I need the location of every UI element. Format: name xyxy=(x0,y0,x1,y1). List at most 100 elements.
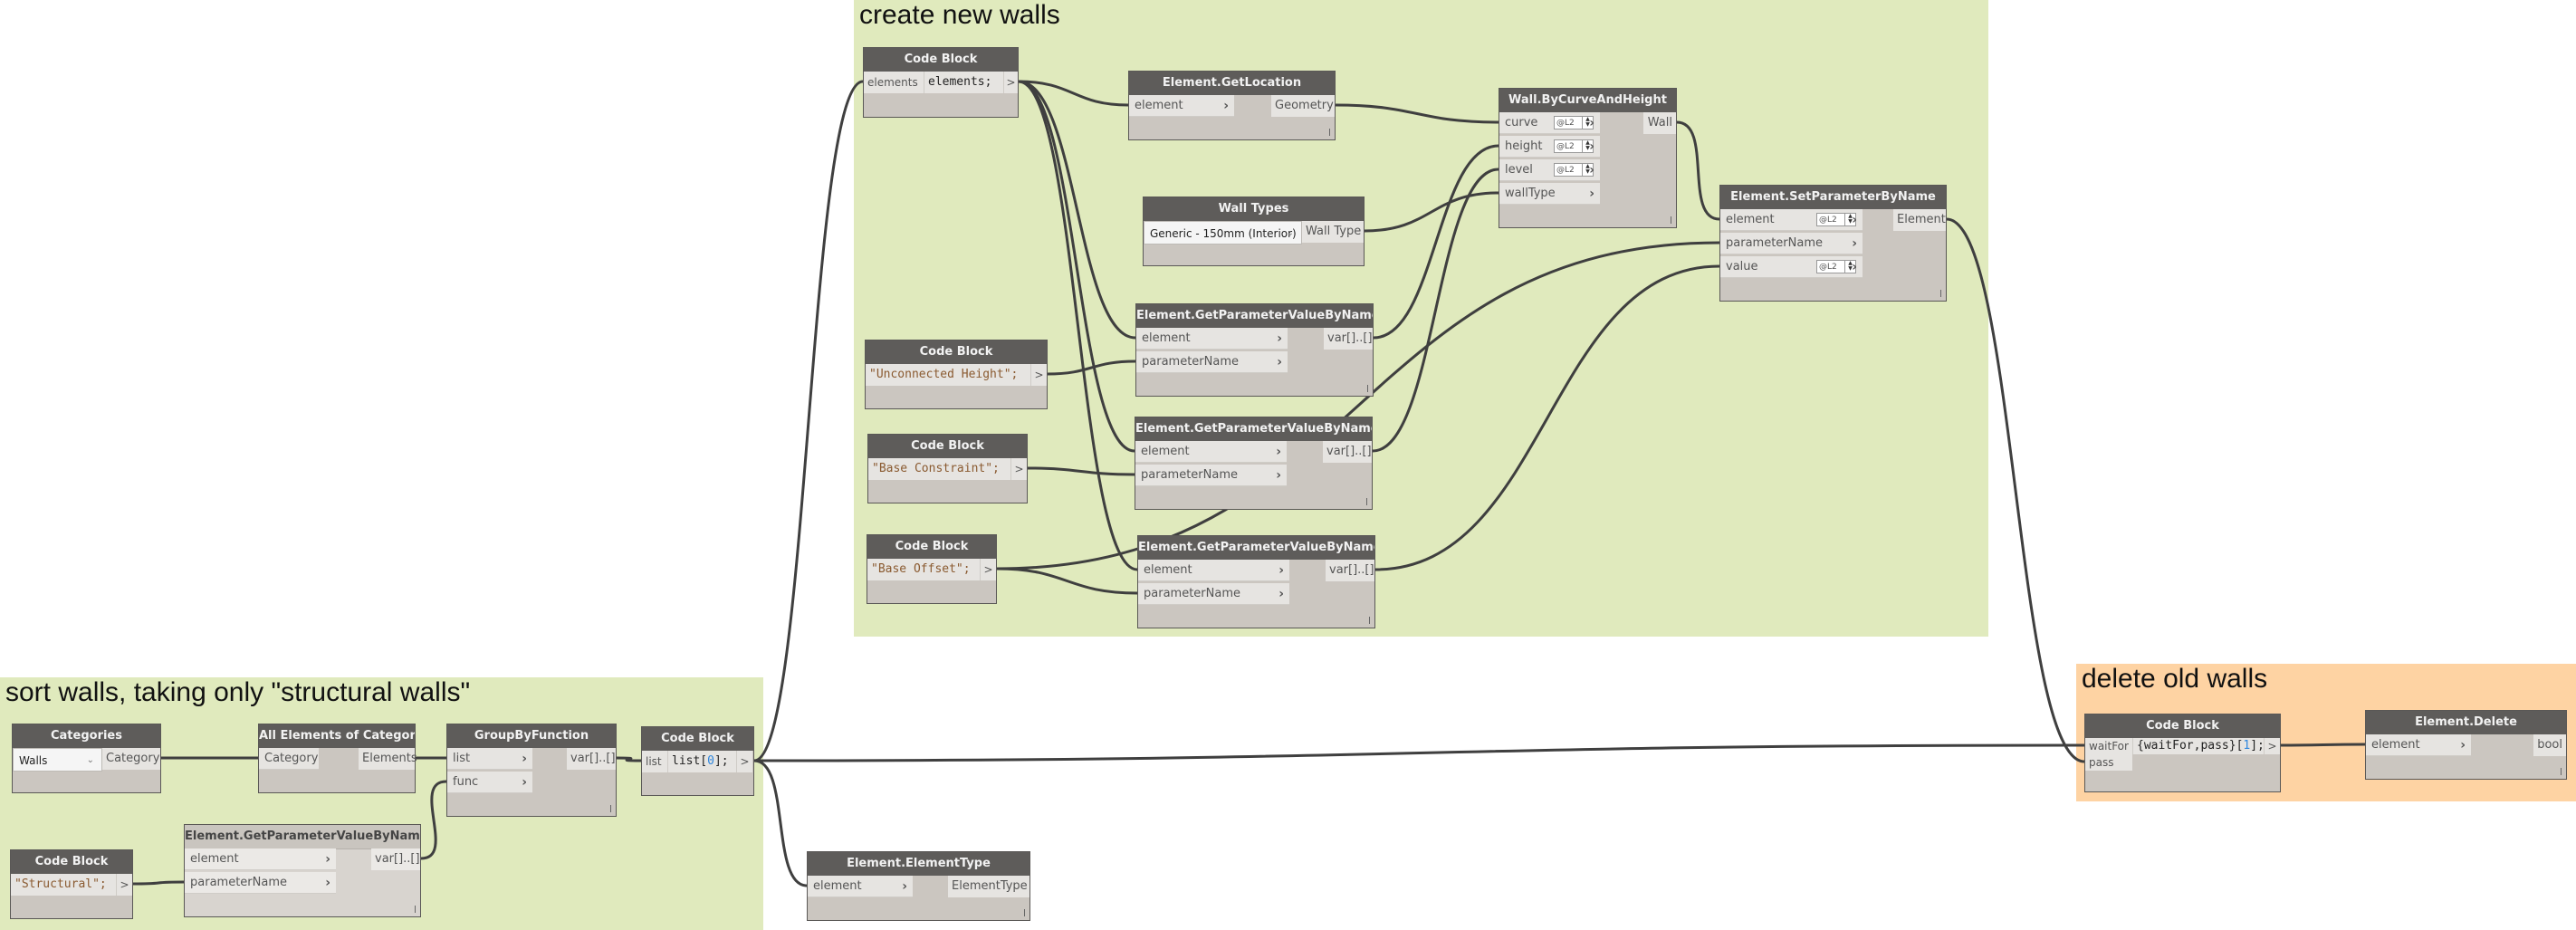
code-block-base-offset-node[interactable]: Code Block "Base Offset"; > xyxy=(867,534,997,604)
port-label: element xyxy=(1142,331,1191,345)
input-port-level[interactable]: level @L2 ▲ ▼ › xyxy=(1499,159,1600,181)
code-block-list-index-node[interactable]: Code Block list list[0]; > xyxy=(641,726,754,796)
input-port-category[interactable]: Category xyxy=(259,748,319,770)
input-port-value[interactable]: value @L2 ▲ ▼ › xyxy=(1720,256,1863,278)
input-port-element[interactable]: element › xyxy=(2366,734,2471,756)
port-label: parameterName xyxy=(1144,587,1240,600)
output-port-var[interactable]: var[]..[] xyxy=(371,849,420,870)
output-port[interactable]: > xyxy=(2264,738,2280,754)
output-port[interactable]: > xyxy=(1030,364,1047,386)
code-block-waitfor-node[interactable]: Code Block waitFor pass {waitFor,pass}[1… xyxy=(2084,714,2281,792)
output-port-var[interactable]: var[]..[] xyxy=(1326,560,1374,581)
categories-node[interactable]: Categories Walls ⌄ Category xyxy=(12,724,161,793)
groupbyfunction-node[interactable]: GroupByFunction list › func › var[]..[] xyxy=(446,724,617,817)
port-label: element xyxy=(813,879,862,893)
code-block-unconnected-height-node[interactable]: Code Block "Unconnected Height"; > xyxy=(865,340,1048,409)
output-port[interactable]: > xyxy=(736,751,752,772)
lacing-selector[interactable]: @L2 ▲ ▼ xyxy=(1816,213,1856,226)
output-port[interactable]: > xyxy=(980,559,996,580)
output-port-wall[interactable]: Wall xyxy=(1643,112,1676,134)
code-editor[interactable]: "Base Constraint"; xyxy=(868,458,1010,480)
code-text: {waitFor,pass}[ xyxy=(2137,739,2244,753)
input-port-element[interactable]: element › xyxy=(1136,328,1288,350)
lacing-selector[interactable]: @L2 ▲ ▼ xyxy=(1816,260,1856,273)
resize-handle[interactable] xyxy=(1366,498,1367,505)
element-elementtype-node[interactable]: Element.ElementType element › ElementType xyxy=(807,851,1030,921)
input-port-parametername[interactable]: parameterName › xyxy=(185,872,336,894)
code-editor[interactable]: list[0]; xyxy=(667,751,736,772)
input-port-pass[interactable]: pass xyxy=(2085,754,2132,771)
resize-handle[interactable] xyxy=(2561,768,2562,775)
input-port-walltype[interactable]: wallType › xyxy=(1499,183,1600,205)
input-port-curve[interactable]: curve @L2 ▲ ▼ › xyxy=(1499,112,1600,134)
input-port-list[interactable]: list › xyxy=(447,748,532,770)
output-port[interactable]: > xyxy=(1003,72,1018,93)
input-port-list[interactable]: list xyxy=(642,751,667,772)
resize-handle[interactable] xyxy=(1367,385,1368,392)
resize-handle[interactable] xyxy=(1940,290,1941,297)
input-port-elements[interactable]: elements xyxy=(864,72,924,93)
dropdown-value: Generic - 150mm (Interior) xyxy=(1150,227,1297,240)
output-port-wall-type[interactable]: Wall Type xyxy=(1302,221,1364,243)
resize-handle[interactable] xyxy=(1369,617,1370,624)
lacing-selector[interactable]: @L2 ▲ ▼ xyxy=(1554,116,1594,129)
lacing-value: @L2 xyxy=(1556,142,1575,151)
input-port-parametername[interactable]: parameterName › xyxy=(1138,583,1289,605)
input-port-element[interactable]: element › xyxy=(1129,95,1234,117)
element-delete-node[interactable]: Element.Delete element › bool xyxy=(2365,710,2567,780)
input-port-parametername[interactable]: parameterName › xyxy=(1720,233,1863,254)
input-port-parametername[interactable]: parameterName › xyxy=(1136,351,1288,373)
code-editor[interactable]: "Unconnected Height"; xyxy=(866,364,1030,386)
output-port-var[interactable]: var[]..[] xyxy=(1324,328,1373,350)
input-port-parametername[interactable]: parameterName › xyxy=(1135,465,1287,486)
output-port-element[interactable]: Element xyxy=(1893,209,1946,231)
output-port-elementtype[interactable]: ElementType xyxy=(948,876,1029,897)
output-port-var[interactable]: var[]..[] xyxy=(567,748,616,770)
element-getlocation-node[interactable]: Element.GetLocation element › Geometry xyxy=(1128,71,1336,140)
output-port[interactable]: > xyxy=(1010,458,1027,480)
all-elements-of-category-node[interactable]: All Elements of Category Category Elemen… xyxy=(258,724,417,793)
category-dropdown[interactable]: Walls ⌄ xyxy=(13,748,102,772)
code-editor[interactable]: {waitFor,pass}[1]; xyxy=(2132,738,2265,754)
code-block-structural-node[interactable]: Code Block "Structural"; > xyxy=(10,849,133,919)
lacing-value: @L2 xyxy=(1556,119,1575,128)
group-create-new-walls[interactable]: create new walls xyxy=(854,0,1988,637)
code-block-base-constraint-node[interactable]: Code Block "Base Constraint"; > xyxy=(867,434,1028,503)
wire-cb_list-out-to-cb_delete-in0[interactable] xyxy=(753,743,2085,762)
wall-types-node[interactable]: Wall Types Generic - 150mm (Interior) ⌄ W… xyxy=(1143,197,1365,266)
input-port-element[interactable]: element › xyxy=(1138,560,1289,581)
code-editor[interactable]: "Base Offset"; xyxy=(867,559,980,580)
output-port-var[interactable]: var[]..[] xyxy=(1323,441,1372,463)
element-getparametervaluebyname-node[interactable]: Element.GetParameterValueByName element ›… xyxy=(184,824,421,917)
wall-bycurveandheight-node[interactable]: Wall.ByCurveAndHeight curve @L2 ▲ ▼ › height… xyxy=(1499,88,1677,228)
output-port-bool[interactable]: bool xyxy=(2533,734,2566,756)
lacing-selector[interactable]: @L2 ▲ ▼ xyxy=(1554,163,1594,177)
input-port-element[interactable]: element @L2 ▲ ▼ › xyxy=(1720,209,1863,231)
resize-handle[interactable] xyxy=(1024,909,1025,916)
input-port-func[interactable]: func › xyxy=(447,772,532,793)
code-editor[interactable]: elements; xyxy=(924,72,1003,93)
input-port-element[interactable]: element › xyxy=(1135,441,1287,463)
output-port-elements[interactable]: Elements xyxy=(359,748,417,770)
resize-handle[interactable] xyxy=(415,906,416,913)
element-getparametervaluebyname-node[interactable]: Element.GetParameterValueByName element ›… xyxy=(1135,303,1374,397)
element-getparametervaluebyname-node[interactable]: Element.GetParameterValueByName element ›… xyxy=(1135,417,1373,510)
element-setparameterbyname-node[interactable]: Element.SetParameterByName element @L2 ▲ ▼ ›… xyxy=(1719,185,1947,302)
chevron-right-icon: › xyxy=(325,852,330,867)
wall-type-dropdown[interactable]: Generic - 150mm (Interior) ⌄ xyxy=(1144,221,1302,244)
wire-cb_list-out-to-cb_elements-in0[interactable] xyxy=(753,80,864,762)
resize-handle[interactable] xyxy=(1329,129,1330,136)
element-getparametervaluebyname-node[interactable]: Element.GetParameterValueByName element ›… xyxy=(1137,535,1375,628)
input-port-element[interactable]: element › xyxy=(185,849,336,870)
output-port-geometry[interactable]: Geometry xyxy=(1271,95,1335,117)
input-port-element[interactable]: element › xyxy=(808,876,913,897)
lacing-selector[interactable]: @L2 ▲ ▼ xyxy=(1554,139,1594,153)
resize-handle[interactable] xyxy=(610,805,611,812)
output-port-category[interactable]: Category xyxy=(102,748,160,770)
input-port-height[interactable]: height @L2 ▲ ▼ › xyxy=(1499,136,1600,158)
code-editor[interactable]: "Structural"; xyxy=(11,874,116,896)
output-port[interactable]: > xyxy=(116,874,132,896)
input-port-waitfor[interactable]: waitFor xyxy=(2085,738,2132,754)
code-block-elements-node[interactable]: Code Block elements elements; > xyxy=(863,47,1019,118)
chevron-right-icon: › xyxy=(1852,236,1857,251)
